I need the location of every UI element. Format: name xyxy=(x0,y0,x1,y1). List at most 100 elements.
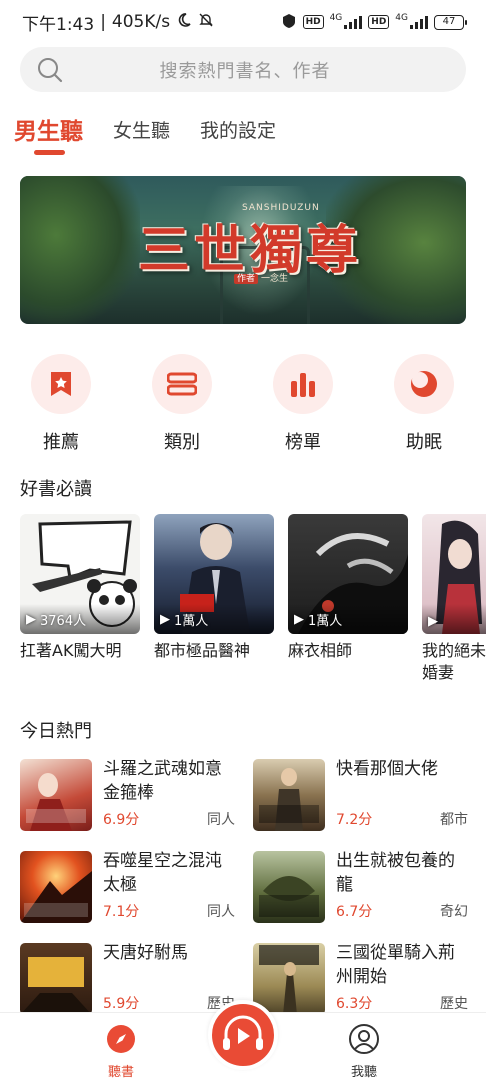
hot-book-score: 7.2分 xyxy=(336,812,373,828)
book-cover: ▶ 1萬人 xyxy=(154,514,274,634)
hot-book-title: 天唐好駙馬 xyxy=(103,943,188,963)
play-icon: ▶ xyxy=(428,614,438,629)
play-fab-button[interactable] xyxy=(208,1000,278,1070)
play-icon: ▶ xyxy=(160,612,170,627)
book-card[interactable]: ▶ 1萬人 麻衣相師 xyxy=(288,514,408,662)
vpn-icon xyxy=(281,13,297,32)
book-thumb xyxy=(20,851,92,923)
category-charts-label: 榜單 xyxy=(285,432,321,453)
nav-my[interactable]: 我聽 xyxy=(334,1023,394,1080)
signal-icon-2 xyxy=(410,15,428,29)
hot-book-title: 快看那個大佬 xyxy=(336,759,438,779)
category-sleep[interactable]: 助眠 xyxy=(394,354,454,454)
category-recommend[interactable]: 推薦 xyxy=(31,354,91,454)
hot-book-title: 出生就被包養的龍 xyxy=(336,851,455,895)
thumb-art xyxy=(259,945,319,1015)
hot-book-score: 6.7分 xyxy=(336,904,373,920)
hot-list-item[interactable]: 吞噬星空之混沌太極 7.1分 同人 xyxy=(20,851,235,923)
hot-book-genre: 奇幻 xyxy=(440,904,468,920)
thumb-art xyxy=(26,773,86,831)
search-icon xyxy=(38,57,63,82)
book-thumb xyxy=(253,943,325,1015)
play-count-text: 1萬人 xyxy=(308,614,343,629)
banner-carousel[interactable]: SANSHIDUZUN 三世獨尊 作者 一念生 xyxy=(20,176,466,324)
battery-icon: 47 xyxy=(434,14,467,30)
signal-icon xyxy=(344,15,363,29)
banner-author-name: 一念生 xyxy=(261,274,289,284)
bookmark-star-icon xyxy=(31,354,91,414)
section-title-today-hot: 今日熱門 xyxy=(20,721,92,742)
book-title: 我的絕未婚妻 xyxy=(422,641,486,682)
tab-settings-label: 我的設定 xyxy=(200,120,277,142)
status-bar: 下午1:43 | 405K/s HD 4G HD 4G 47 xyxy=(0,0,486,44)
hot-book-score: 6.3分 xyxy=(336,996,373,1012)
nav-listen-label: 聽書 xyxy=(107,1065,134,1080)
bell-muted-icon xyxy=(198,12,214,33)
banner-author: 作者 一念生 xyxy=(234,271,288,284)
book-thumb xyxy=(20,943,92,1015)
search-bar[interactable]: 搜索熱門書名、作者 xyxy=(20,47,466,92)
hd-badge-1: HD xyxy=(302,15,324,29)
status-speed: 405K/s xyxy=(111,12,171,32)
hot-book-title: 三國從單騎入荊州開始 xyxy=(336,943,455,987)
book-thumb xyxy=(20,759,92,831)
user-icon xyxy=(349,1024,379,1054)
tab-female[interactable]: 女生聽 xyxy=(113,110,170,143)
book-title: 扛著AK闖大明 xyxy=(20,641,122,660)
nav-listen[interactable]: 聽書 xyxy=(91,1023,151,1080)
banner-art-left xyxy=(20,176,140,324)
section-title-must-read: 好書必讀 xyxy=(20,479,92,500)
thumb-art xyxy=(20,871,92,923)
tab-male[interactable]: 男生聽 xyxy=(14,110,83,155)
play-count: ▶ 3764人 xyxy=(26,610,86,629)
category-list-icon xyxy=(152,354,212,414)
thumb-art xyxy=(259,768,319,831)
book-card[interactable]: ▶ 1萬人 都市極品醫神 xyxy=(154,514,274,662)
hot-book-score: 7.1分 xyxy=(103,904,140,920)
tab-settings[interactable]: 我的設定 xyxy=(200,110,276,143)
network-label-2: 4G xyxy=(395,12,408,23)
book-cover: ▶ 1萬人 xyxy=(288,514,408,634)
category-charts[interactable]: 榜單 xyxy=(273,354,333,454)
status-time: 下午1:43 xyxy=(22,14,95,35)
book-card[interactable]: ▶ 3764人 扛著AK闖大明 xyxy=(20,514,140,662)
category-recommend-label: 推薦 xyxy=(43,432,79,453)
book-card[interactable]: ▶ 我的絕未婚妻 xyxy=(422,514,486,684)
status-separator: | xyxy=(100,12,106,32)
bar-chart-icon xyxy=(273,354,333,414)
hot-book-score: 5.9分 xyxy=(103,996,140,1012)
category-genres[interactable]: 類別 xyxy=(152,354,212,454)
moon-icon xyxy=(176,12,192,33)
book-cover: ▶ 3764人 xyxy=(20,514,140,634)
compass-icon xyxy=(107,1025,135,1053)
hot-book-title: 吞噬星空之混沌太極 xyxy=(103,851,222,895)
play-count: ▶ 1萬人 xyxy=(294,610,342,629)
hot-list-item[interactable]: 天唐好駙馬 5.9分 歷史 xyxy=(20,943,235,1015)
tab-active-indicator xyxy=(34,150,65,155)
hd-badge-2: HD xyxy=(368,15,390,29)
moon-sleep-icon xyxy=(394,354,454,414)
book-thumb xyxy=(253,759,325,831)
hot-book-genre: 同人 xyxy=(207,812,235,828)
banner-author-tag: 作者 xyxy=(234,274,259,284)
thumb-art xyxy=(259,876,319,917)
hot-list-item[interactable]: 斗羅之武魂如意金箍棒 6.9分 同人 xyxy=(20,759,235,831)
network-label-1: 4G xyxy=(329,12,343,23)
hot-list-item[interactable]: 快看那個大佬 7.2分 都市 xyxy=(253,759,468,831)
book-cover: ▶ xyxy=(422,514,486,634)
hot-book-genre: 同人 xyxy=(207,904,235,920)
book-thumb xyxy=(253,851,325,923)
search-placeholder: 搜索熱門書名、作者 xyxy=(159,60,331,82)
tab-bar: 男生聽 女生聽 我的設定 xyxy=(14,110,306,160)
book-title: 都市極品醫神 xyxy=(154,641,251,660)
headphone-play-icon xyxy=(223,1015,263,1050)
hot-list-item[interactable]: 三國從單騎入荊州開始 6.3分 歷史 xyxy=(253,943,468,1015)
nav-my-label: 我聽 xyxy=(350,1065,377,1080)
play-icon: ▶ xyxy=(294,612,304,627)
play-count-text: 3764人 xyxy=(40,614,87,629)
hot-book-genre: 都市 xyxy=(440,812,468,828)
hot-book-title: 斗羅之武魂如意金箍棒 xyxy=(103,759,222,803)
thumb-art xyxy=(20,957,92,1015)
book-title: 麻衣相師 xyxy=(288,641,353,660)
hot-list-item[interactable]: 出生就被包養的龍 6.7分 奇幻 xyxy=(253,851,468,923)
